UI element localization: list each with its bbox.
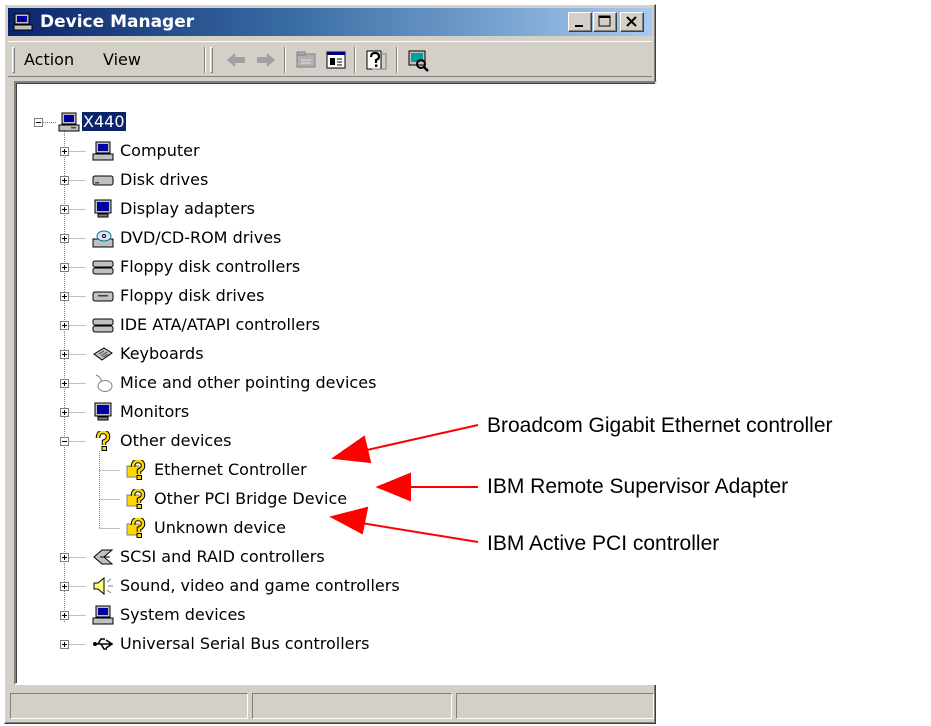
callout-arrow-line (354, 521, 479, 543)
callout-active-pci: IBM Active PCI controller (487, 532, 720, 555)
callout-arrows (329, 424, 479, 543)
callout-arrowhead (329, 506, 369, 535)
callout-arrowhead (331, 435, 372, 464)
callout-remote-supervisor: IBM Remote Supervisor Adapter (487, 475, 789, 498)
callout-arrow-line (357, 424, 479, 453)
callout-arrowhead (375, 472, 411, 502)
callout-broadcom: Broadcom Gigabit Ethernet controller (487, 414, 833, 437)
